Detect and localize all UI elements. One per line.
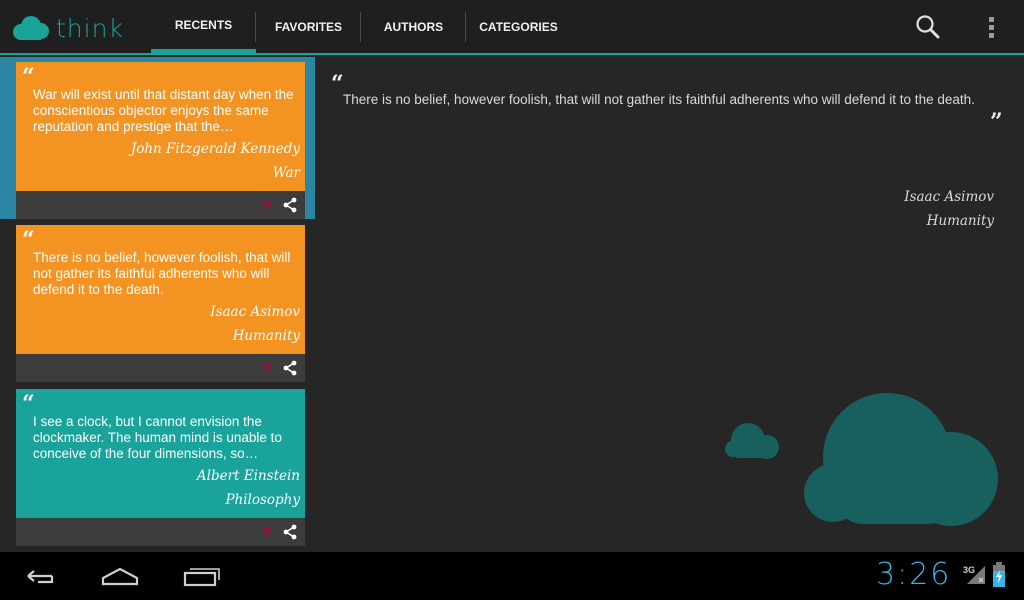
signal-icon [967, 566, 985, 584]
share-icon[interactable] [282, 360, 298, 376]
quote-list: “ War will exist until that distant day … [0, 57, 315, 552]
tab-label: CATEGORIES [479, 19, 558, 34]
quote-category: Philosophy [225, 492, 300, 508]
close-quote-icon: ” [990, 109, 1003, 135]
system-nav-bar: 3:26 3G [0, 552, 1024, 600]
back-icon[interactable] [18, 562, 62, 590]
open-quote-icon: “ [22, 391, 35, 417]
share-icon[interactable] [282, 197, 298, 213]
tab-label: FAVORITES [274, 19, 343, 34]
overflow-menu-icon[interactable] [978, 13, 1006, 41]
quote-card-body: “ I see a clock, but I cannot envision t… [16, 389, 305, 518]
quote-detail: “ There is no belief, however foolish, t… [315, 57, 1024, 552]
status-clock: 3:26 [876, 557, 952, 592]
quote-card-footer: ♥ [16, 191, 305, 219]
home-icon[interactable] [98, 562, 142, 590]
quote-author: John Fitzgerald Kennedy [130, 141, 300, 157]
quote-card-body: “ War will exist until that distant day … [16, 62, 305, 191]
quote-text: I see a clock, but I cannot envision the… [33, 414, 282, 461]
heart-icon[interactable]: ♥ [262, 359, 272, 377]
heart-icon[interactable]: ♥ [262, 523, 272, 541]
quote-card-footer: ♥ [16, 354, 305, 382]
tab-bar: RECENTS FAVORITES AUTHORS CATEGORIES [151, 0, 571, 53]
quote-category: Humanity [232, 328, 300, 344]
cloud-logo-icon [13, 16, 49, 40]
quote-text: War will exist until that distant day wh… [33, 87, 294, 134]
quote-author: Isaac Asimov [210, 304, 300, 320]
tab-authors[interactable]: AUTHORS [361, 0, 466, 53]
tab-favorites[interactable]: FAVORITES [256, 0, 361, 53]
quote-card-footer: ♥ [16, 518, 305, 546]
cloud-decoration-icon [725, 393, 998, 526]
quote-category: War [272, 165, 300, 181]
tab-recents[interactable]: RECENTS [151, 0, 256, 53]
quote-text: There is no belief, however foolish, tha… [33, 250, 291, 297]
open-quote-icon: “ [331, 71, 344, 97]
tab-label: AUTHORS [383, 19, 444, 34]
recent-apps-icon[interactable] [180, 562, 224, 590]
detail-author: Isaac Asimov [904, 189, 994, 205]
detail-quote-text: There is no belief, however foolish, tha… [343, 92, 975, 107]
open-quote-icon: “ [22, 227, 35, 253]
action-bar: think RECENTS FAVORITES AUTHORS CATEGORI… [0, 0, 1024, 55]
share-icon[interactable] [282, 524, 298, 540]
app-name: think [56, 13, 124, 43]
quote-card[interactable]: “ War will exist until that distant day … [16, 62, 305, 219]
detail-category: Humanity [926, 213, 994, 229]
tab-label: RECENTS [174, 17, 233, 32]
quote-author: Albert Einstein [196, 468, 300, 484]
app-logo: think [12, 12, 124, 44]
quote-card[interactable]: “ There is no belief, however foolish, t… [16, 225, 305, 382]
quote-card[interactable]: “ I see a clock, but I cannot envision t… [16, 389, 305, 546]
quote-card-body: “ There is no belief, however foolish, t… [16, 225, 305, 354]
search-icon[interactable] [914, 13, 942, 41]
heart-icon[interactable]: ♥ [262, 196, 272, 214]
tab-categories[interactable]: CATEGORIES [466, 0, 571, 53]
open-quote-icon: “ [22, 64, 35, 90]
battery-charging-icon [993, 562, 1005, 587]
